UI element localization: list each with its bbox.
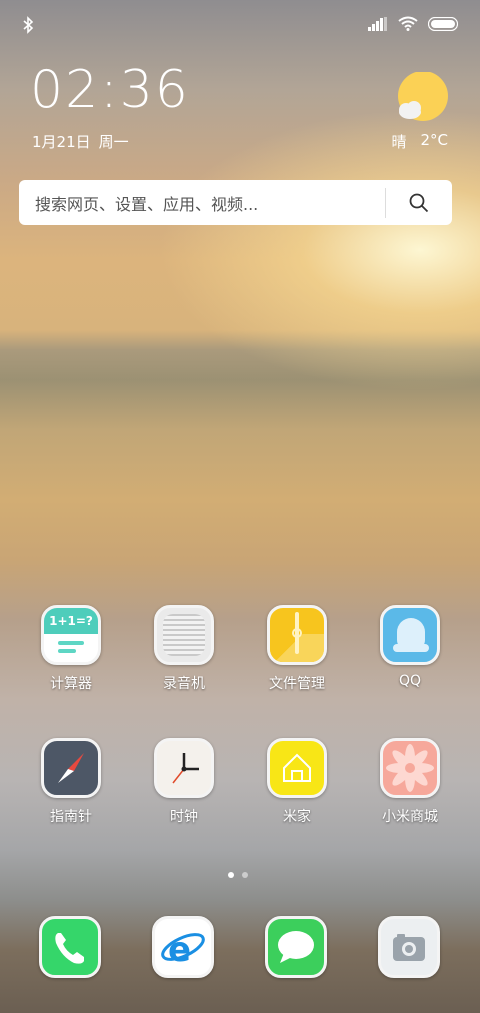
page-dot — [242, 872, 248, 878]
recorder-icon — [154, 605, 214, 665]
page-indicator — [228, 872, 248, 878]
bluetooth-icon — [23, 16, 34, 34]
status-bar — [0, 0, 480, 50]
app-label: 文件管理 — [269, 676, 325, 692]
clock-date[interactable]: 1月21日 周一 — [32, 131, 129, 152]
dock-browser[interactable]: e — [133, 916, 233, 978]
app-label: QQ — [398, 673, 422, 689]
folder-icon — [267, 605, 327, 665]
app-mijia[interactable]: 米家 — [247, 738, 347, 826]
phone-icon — [39, 916, 101, 978]
compass-icon — [41, 738, 101, 798]
app-recorder[interactable]: 录音机 — [134, 605, 234, 693]
calculator-icon: 1+1=? — [41, 605, 101, 665]
app-label: 小米商城 — [382, 809, 438, 825]
camera-icon — [378, 916, 440, 978]
clock-time[interactable]: 02:36 — [30, 60, 190, 120]
dock-phone[interactable] — [20, 916, 120, 978]
weekday-text: 周一 — [98, 133, 129, 151]
app-label: 米家 — [283, 809, 311, 825]
browser-icon: e — [152, 916, 214, 978]
wifi-icon — [398, 16, 418, 31]
signal-icon — [368, 16, 387, 31]
weather-temperature: 2°C — [420, 131, 448, 149]
page-dot-active — [228, 872, 234, 878]
dock-camera[interactable] — [359, 916, 459, 978]
home-icon — [267, 738, 327, 798]
weather-condition: 晴 — [391, 133, 407, 151]
date-text: 1月21日 — [32, 133, 91, 151]
search-button[interactable] — [386, 180, 452, 225]
search-input[interactable]: 搜索网页、设置、应用、视频... — [19, 191, 385, 215]
app-mi-store[interactable]: 小米商城 — [360, 738, 460, 826]
battery-icon — [428, 16, 458, 31]
clock-icon — [154, 738, 214, 798]
calculator-display: 1+1=? — [44, 608, 98, 634]
messages-icon — [265, 916, 327, 978]
app-clock[interactable]: 时钟 — [134, 738, 234, 826]
app-label: 指南针 — [50, 809, 92, 825]
weather-info[interactable]: 晴 2°C — [391, 131, 448, 152]
app-label: 计算器 — [50, 676, 92, 692]
app-calculator[interactable]: 1+1=? 计算器 — [21, 605, 121, 693]
dock-messages[interactable] — [246, 916, 346, 978]
mi-store-flower-icon — [380, 738, 440, 798]
app-file-manager[interactable]: 文件管理 — [247, 605, 347, 693]
search-bar[interactable]: 搜索网页、设置、应用、视频... — [19, 180, 452, 225]
sunny-weather-icon[interactable] — [396, 72, 448, 124]
search-icon — [409, 193, 429, 212]
qq-penguin-icon — [380, 605, 440, 665]
app-qq[interactable]: QQ — [360, 605, 460, 689]
app-label: 录音机 — [163, 676, 205, 692]
app-compass[interactable]: 指南针 — [21, 738, 121, 826]
app-label: 时钟 — [170, 809, 198, 825]
